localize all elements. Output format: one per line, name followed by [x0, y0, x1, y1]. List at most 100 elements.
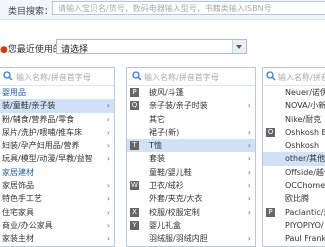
col2-row-label: T恤	[149, 141, 162, 151]
chevron-right-icon: ›	[106, 220, 110, 230]
col3-row[interactable]: PIYOPIYO/	[263, 219, 325, 232]
col1-row[interactable]: 家居饰品 ›	[0, 179, 114, 192]
col2-row[interactable]: X 校服/校服定制 ›	[127, 206, 255, 219]
col3-row-label: other/其他	[285, 154, 325, 164]
col3-row-label: Neuer/诺伊	[285, 88, 325, 97]
col1-row-label: 婴用品	[2, 88, 26, 97]
category-column-3: 输入名称/拼音首字母 Neuer/诺伊 NOVA/小新 Nike/耐克 O Oshkos…	[262, 67, 325, 247]
col1-row-label: 尿片/洗护/喂哺/推车床	[2, 127, 83, 137]
col3-row-label: PIYOPIYO/	[285, 220, 324, 230]
column-3-search-placeholder: 输入名称/拼音首字母	[278, 73, 325, 82]
col2-row[interactable]: 裙子(新) ›	[127, 126, 255, 139]
col1-row[interactable]: 玩具/模型/动漫/早教/益智 ›	[0, 152, 114, 165]
col2-row-label: 披风/斗篷	[149, 88, 184, 97]
chevron-right-icon: ›	[106, 141, 110, 151]
col2-row-label: 卫衣/绒衫	[149, 181, 184, 191]
recent-categories-value: 请选择	[61, 45, 89, 55]
col2-row[interactable]: W 卫衣/绒衫 ›	[127, 179, 255, 192]
col2-row-label: 裙子(新)	[149, 127, 180, 137]
col2-row-label: 套装	[149, 154, 165, 164]
chevron-right-icon: ›	[106, 114, 110, 124]
col1-row[interactable]: 装/童鞋/亲子装 ›	[0, 99, 114, 113]
col2-row-label: 羽绒服/羽绒内胆	[149, 234, 208, 244]
column-2-search[interactable]: 输入名称/拼音首字母	[127, 68, 255, 86]
col3-row[interactable]: Oshkosh	[263, 139, 325, 152]
col2-row-label: 校服/校服定制	[149, 207, 200, 217]
col3-row-label: OCChome/言	[285, 181, 325, 191]
column-3-search[interactable]: 输入名称/拼音首字母	[263, 68, 325, 86]
col1-row[interactable]: 商业/办公家具 ›	[0, 219, 114, 232]
col1-row-label: 粉/辅食/营养品/零食	[2, 114, 75, 124]
col1-row[interactable]: 妇装/孕产妇用品/营养 ›	[0, 139, 114, 152]
col2-row[interactable]: 其它	[127, 113, 255, 126]
col1-row-label: 装/童鞋/亲子装	[2, 101, 56, 111]
chevron-right-icon: ›	[106, 207, 110, 217]
col1-row-label: 家居饰品	[2, 181, 34, 191]
index-letter: X	[130, 207, 139, 217]
col3-row[interactable]: Neuer/诺伊	[263, 86, 325, 99]
col3-row[interactable]: Nike/耐克	[263, 113, 325, 126]
col2-row-label: 亲子装/亲子时装	[149, 101, 208, 111]
col3-row-label: Offside/越位	[285, 167, 325, 177]
col3-row-label: Oshkosh B'	[285, 127, 325, 137]
col2-row[interactable]: 羽绒服/羽绒内胆 ›	[127, 232, 255, 245]
index-letter: P	[266, 207, 275, 217]
col2-row[interactable]: Q 亲子装/亲子时装 ›	[127, 99, 255, 112]
recent-categories-select[interactable]: 请选择	[56, 39, 247, 55]
col1-row[interactable]: 尿片/洗护/喂哺/推车床 ›	[0, 126, 114, 139]
col3-row[interactable]: OCChome/言	[263, 179, 325, 192]
col3-row[interactable]: 欧比腾	[263, 192, 325, 205]
col3-row[interactable]: P Paclantic/派	[263, 206, 325, 219]
index-letter: Y	[130, 220, 139, 230]
col2-row[interactable]: T T恤 ›	[127, 139, 255, 153]
chevron-right-icon: ›	[247, 194, 251, 204]
col1-row-label: 家居建材	[2, 167, 34, 177]
col2-row[interactable]: 外套/夹克/大衣 ›	[127, 192, 255, 205]
col1-row[interactable]: 住宅家具 ›	[0, 206, 114, 219]
col1-row-label: 特色手工艺	[2, 194, 42, 204]
column-1-search-placeholder: 输入名称/拼音首字母	[16, 73, 91, 82]
col1-row[interactable]: 粉/辅食/营养品/零食 ›	[0, 113, 114, 126]
col3-row[interactable]: NOVA/小新	[263, 99, 325, 112]
col1-row[interactable]: 家装主材 ›	[0, 232, 114, 245]
col3-row[interactable]: O Oshkosh B'	[263, 126, 325, 139]
col2-row-label: 其它	[149, 114, 165, 124]
col1-row-label: 妇装/孕产妇用品/营养	[2, 141, 80, 151]
chevron-right-icon: ›	[106, 234, 110, 244]
chevron-right-icon: ›	[247, 154, 251, 164]
chevron-right-icon: ›	[106, 181, 110, 191]
col1-row: 婴用品	[0, 86, 114, 99]
index-letter: T	[130, 141, 139, 151]
col2-row-label: 童鞋/婴儿鞋	[149, 167, 192, 177]
index-letter: Q	[130, 101, 139, 111]
index-letter: P	[130, 88, 139, 97]
col2-row[interactable]: 童鞋/婴儿鞋 ›	[127, 166, 255, 179]
col3-row-label: NOVA/小新	[285, 101, 325, 111]
col3-row-label: Paul Frank	[285, 234, 325, 244]
col3-row[interactable]: other/其他	[263, 152, 325, 166]
category-column-2: 输入名称/拼音首字母 P 披风/斗篷 Q 亲子装/亲子时装 › 其它 裙子(新) › T T恤 › 套…	[126, 67, 256, 247]
category-column-1: 输入名称/拼音首字母 婴用品 装/童鞋/亲子装 › 粉/辅食/营养品/零食 › 尿片/洗护…	[0, 67, 115, 247]
col1-row-label: 家装主材	[2, 234, 34, 244]
col2-row[interactable]: P 披风/斗篷	[127, 86, 255, 99]
col3-row-label: Oshkosh	[285, 141, 320, 151]
category-search-bar: 类目搜索： 请输入宝贝名/货号，数码电器输入型号，书籍类输入ISBN号	[0, 0, 325, 20]
chevron-right-icon: ›	[106, 127, 110, 137]
index-letter: O	[266, 127, 275, 137]
category-search-input[interactable]: 请输入宝贝名/货号，数码电器输入型号，书籍类输入ISBN号	[52, 1, 325, 15]
col1-row: 家居建材	[0, 166, 114, 179]
chevron-right-icon: ›	[247, 101, 251, 111]
column-1-search[interactable]: 输入名称/拼音首字母	[0, 68, 114, 86]
chevron-right-icon: ›	[247, 141, 251, 151]
col2-row[interactable]: 套装 ›	[127, 152, 255, 165]
search-icon	[132, 71, 142, 81]
col1-row[interactable]: 特色手工艺 ›	[0, 192, 114, 205]
chevron-right-icon: ›	[247, 181, 251, 191]
col3-row[interactable]: Paul Frank	[263, 232, 325, 245]
dropdown-arrow-icon[interactable]	[232, 40, 246, 53]
chevron-right-icon: ›	[106, 194, 110, 204]
col3-row[interactable]: Offside/越位	[263, 166, 325, 179]
chevron-right-icon: ›	[106, 154, 110, 164]
col1-row-label: 商业/办公家具	[2, 220, 53, 230]
col2-row[interactable]: Y 婴儿礼盒	[127, 219, 255, 232]
